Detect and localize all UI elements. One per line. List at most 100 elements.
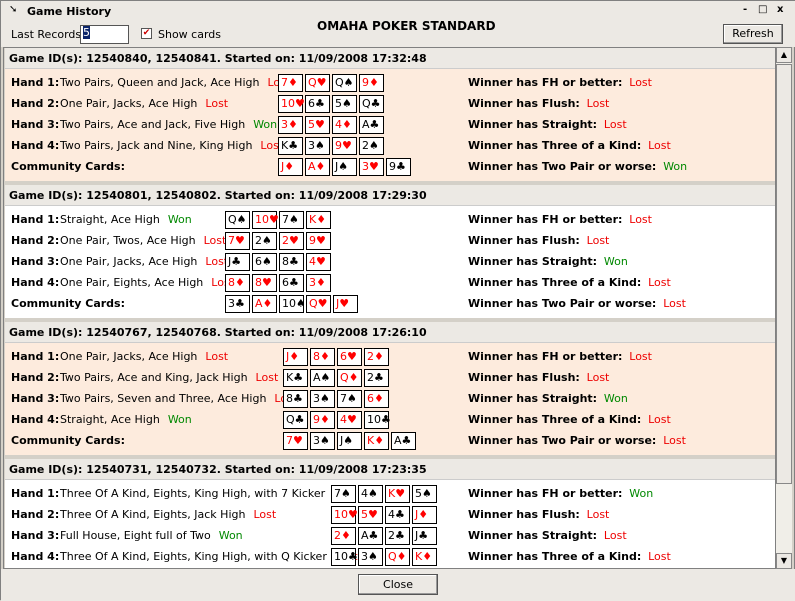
hand-description: Three Of A Kind, Eights, King High, with…	[60, 487, 356, 500]
show-cards-label: Show cards	[158, 28, 222, 41]
hand-rank: Two Pairs, Seven and Three, Ace High	[60, 392, 267, 405]
last-records-value: 5	[83, 26, 90, 39]
playing-card: 2♣	[385, 527, 410, 545]
hand-row: Hand 1: One Pair, Jacks, Ace High Lost J♦ 8♦…	[5, 347, 775, 368]
hand-rank: Straight, Ace High	[60, 413, 160, 426]
winner-stat-result: Lost	[603, 529, 627, 542]
scroll-thumb[interactable]	[776, 64, 792, 484]
hand-label: Hand 3:	[11, 529, 60, 542]
hand-row: Community Cards: 3♣ A♦ 10♠ Q♥ J♥ Winner has Tw…	[5, 294, 775, 315]
playing-card: Q♣	[283, 411, 308, 429]
last-records-input[interactable]: 5	[80, 25, 129, 44]
hand-row: Hand 2: One Pair, Twos, Ace High Lost 7♥ 2♠ 2…	[5, 231, 775, 252]
winner-stat-result: Lost	[648, 276, 671, 289]
hand-rank: Three Of A Kind, Eights, Jack High	[60, 508, 246, 521]
winner-stat-label: Winner has Straight:	[468, 118, 598, 131]
playing-card: 6♦	[364, 390, 389, 408]
playing-card: Q♣	[359, 95, 384, 113]
hand-result: Won	[218, 529, 243, 542]
playing-card: Q♦	[337, 369, 362, 387]
playing-card: 3♠	[358, 548, 383, 566]
toolbar: Last Records 5 ✔ Show cards OMAHA POKER …	[1, 19, 795, 47]
hand-label: Hand 1:	[11, 350, 60, 363]
playing-card: A♦	[305, 158, 330, 176]
playing-card: 7♠	[331, 485, 356, 503]
scrollbar[interactable]: ▲ ▼	[776, 47, 792, 569]
playing-card: J♦	[412, 506, 437, 524]
playing-card: 9♦	[359, 74, 384, 92]
hand-label: Hand 4:	[11, 550, 60, 563]
minimize-button[interactable]: -	[743, 4, 747, 15]
playing-card: 7♠	[279, 211, 304, 229]
winner-stat-result: Lost	[586, 371, 610, 384]
playing-card: 8♣	[279, 253, 304, 271]
playing-card: A♣	[358, 527, 383, 545]
playing-card: 9♣	[386, 158, 411, 176]
playing-card: 5♥	[358, 506, 383, 524]
playing-card: 7♦	[278, 74, 303, 92]
winner-stat: Winner has Two Pair or worse: Lost	[468, 297, 686, 310]
playing-card: 4♠	[358, 485, 383, 503]
close-button[interactable]: Close	[358, 574, 438, 595]
winner-stat-result: Lost	[629, 76, 652, 89]
hand-label: Hand 2:	[11, 234, 60, 247]
show-cards-checkbox[interactable]: ✔	[141, 28, 152, 39]
playing-card: 10♠	[279, 295, 306, 313]
winner-stat: Winner has Flush: Lost	[468, 371, 609, 384]
hand-label: Community Cards:	[11, 297, 125, 310]
hand-rank: One Pair, Jacks, Ace High	[60, 350, 198, 363]
winner-stat-result: Lost	[586, 234, 610, 247]
playing-card: 7♠	[337, 390, 362, 408]
game-header: Game ID(s): 12540767, 12540768. Started …	[5, 322, 775, 343]
winner-stat: Winner has Three of a Kind: Lost	[468, 276, 671, 289]
winner-stat-result: Lost	[629, 213, 652, 226]
playing-card: 3♣	[225, 295, 250, 313]
winner-stat-label: Winner has FH or better:	[468, 76, 623, 89]
playing-card: 2♠	[252, 232, 277, 250]
winner-stat-label: Winner has Flush:	[468, 97, 580, 110]
hand-rank: Two Pairs, Jack and Nine, King High	[60, 139, 253, 152]
scroll-down-button[interactable]: ▼	[776, 553, 792, 569]
game-header: Game ID(s): 12540801, 12540802. Started …	[5, 185, 775, 206]
winner-stat-label: Winner has FH or better:	[468, 487, 623, 500]
hand-rank: Three Of A Kind, Eights, King High, with…	[60, 487, 326, 500]
winner-stat: Winner has Straight: Lost	[468, 529, 627, 542]
playing-card: 9♦	[310, 411, 335, 429]
winner-stat-label: Winner has Flush:	[468, 508, 580, 521]
playing-card: A♠	[310, 369, 335, 387]
hand-description: Two Pairs, Seven and Three, Ace HighLost	[60, 392, 297, 405]
window-title: Game History	[27, 5, 112, 18]
hand-rank: One Pair, Jacks, Ace High	[60, 255, 198, 268]
hand-label: Hand 4:	[11, 413, 60, 426]
scroll-up-button[interactable]: ▲	[776, 47, 792, 63]
hand-rank: Full House, Eight full of Two	[60, 529, 211, 542]
hand-description: Full House, Eight full of Two Won	[60, 529, 243, 542]
winner-stat-label: Winner has Three of a Kind:	[468, 139, 642, 152]
playing-card: A♣	[359, 116, 384, 134]
maximize-button[interactable]: □	[758, 4, 767, 15]
playing-card: 7♥	[283, 432, 308, 450]
hand-row: Community Cards: 7♥ 3♠ J♠ K♦ A♣ Winner has Two…	[5, 431, 775, 452]
playing-card: 4♦	[332, 116, 357, 134]
hand-label: Hand 4:	[11, 139, 60, 152]
playing-card: 3♠	[310, 432, 335, 450]
game-section: Game ID(s): 12540767, 12540768. Started …	[5, 322, 775, 455]
hand-row: Hand 4: One Pair, Eights, Ace High Lost 8♦ 8…	[5, 273, 775, 294]
hand-label: Hand 3:	[11, 118, 60, 131]
playing-card: 10♣	[331, 548, 358, 566]
hand-result: Lost	[203, 234, 227, 247]
playing-card: 8♣	[283, 390, 308, 408]
playing-card: 2♣	[364, 369, 389, 387]
hand-row: Hand 3: Full House, Eight full of Two Won 2…	[5, 526, 775, 547]
hand-row: Hand 3: One Pair, Jacks, Ace High Lost J♣ 6♠…	[5, 252, 775, 273]
hand-result: Won	[253, 118, 278, 131]
close-window-button[interactable]: x	[777, 4, 783, 15]
hand-label: Community Cards:	[11, 160, 125, 173]
refresh-button[interactable]: Refresh	[723, 24, 783, 44]
winner-stat-result: Lost	[586, 97, 610, 110]
playing-card: 10♣	[364, 411, 391, 429]
playing-card: 7♥	[225, 232, 250, 250]
hand-label: Hand 2:	[11, 371, 60, 384]
hand-description: One Pair, Jacks, Ace High Lost	[60, 255, 228, 268]
winner-stat: Winner has Three of a Kind: Lost	[468, 139, 671, 152]
